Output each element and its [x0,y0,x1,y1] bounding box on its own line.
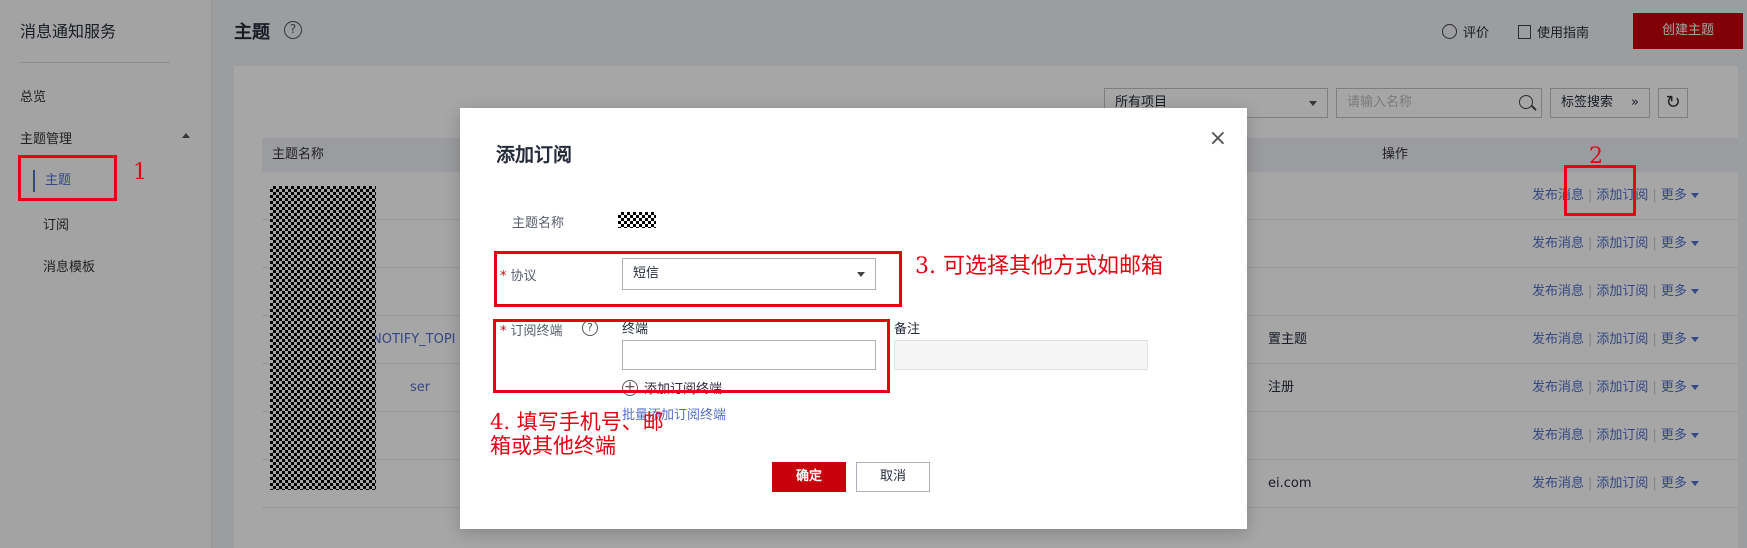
annotation-box-2 [1564,165,1636,216]
annotation-box-1 [18,155,117,201]
confirm-button[interactable]: 确定 [772,462,846,492]
annotation-4: 4. 填写手机号、邮 箱或其他终端 [490,410,664,458]
annotation-1: 1 [133,160,147,185]
annotation-4-line1: 4. 填写手机号、邮 [490,410,664,434]
annotation-box-3 [494,251,902,307]
cancel-button[interactable]: 取消 [856,462,930,492]
redacted-topic-value [618,212,656,228]
annotation-4-line2: 箱或其他终端 [490,434,616,458]
annotation-2: 2 [1589,144,1603,169]
remark-input[interactable] [894,340,1148,370]
annotation-box-4 [493,319,890,393]
topic-name-label: 主题名称 [512,216,565,231]
close-icon[interactable]: × [1209,126,1227,151]
dialog-title: 添加订阅 [496,144,573,166]
remark-column-header: 备注 [894,322,921,337]
annotation-3: 3. 可选择其他方式如邮箱 [915,254,1163,279]
